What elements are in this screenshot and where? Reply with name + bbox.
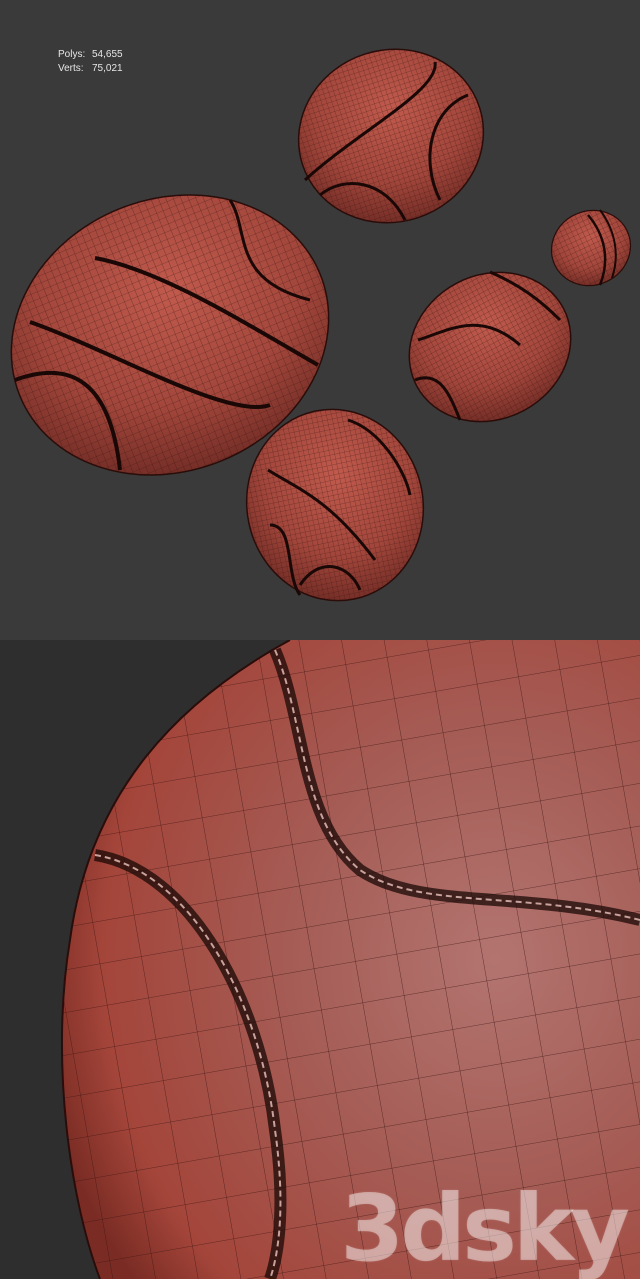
pebble-top[interactable] bbox=[276, 25, 506, 246]
viewport-canvas bbox=[10, 25, 640, 602]
viewport-closeup[interactable]: 3dsky bbox=[0, 640, 640, 1279]
watermark-logo: 3dsky bbox=[340, 1175, 630, 1279]
pebble-small[interactable] bbox=[539, 198, 640, 299]
poly-stats: Polys: 54,655 Verts: 75,021 bbox=[58, 48, 123, 76]
viewport-top[interactable]: Polys: 54,655 Verts: 75,021 bbox=[0, 0, 640, 640]
polys-value: 54,655 bbox=[92, 49, 123, 60]
verts-value: 75,021 bbox=[92, 63, 123, 74]
polys-label: Polys: bbox=[58, 49, 86, 60]
verts-label: Verts: bbox=[58, 63, 84, 74]
